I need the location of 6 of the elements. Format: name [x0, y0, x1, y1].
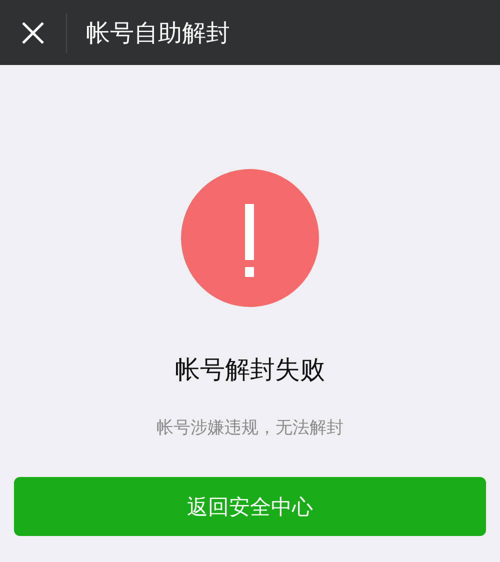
result-message: 帐号涉嫌违规，无法解封 [156, 417, 344, 439]
page-title: 帐号自助解封 [86, 18, 230, 48]
back-button[interactable]: 返回安全中心 [14, 477, 486, 536]
warning-icon [181, 169, 319, 307]
result-title: 帐号解封失败 [175, 354, 325, 386]
close-icon [21, 20, 45, 44]
